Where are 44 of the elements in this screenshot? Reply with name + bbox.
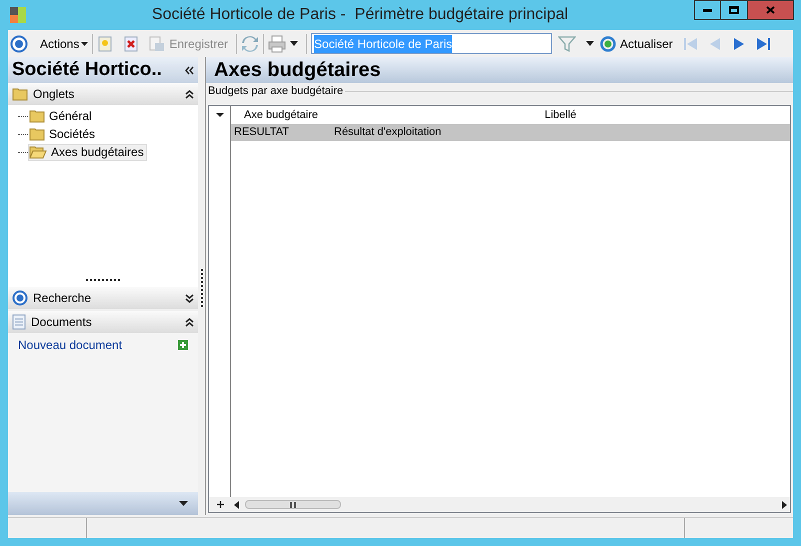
target-icon [12,290,28,306]
refresh-icon [600,36,616,52]
caret-down-icon[interactable] [179,501,188,506]
column-header[interactable]: Libellé [331,106,790,124]
collapse-icon[interactable] [185,318,194,326]
close-icon [766,6,775,14]
close-button[interactable] [748,0,794,20]
group-label: Budgets par axe budgétaire [208,84,344,99]
app-logo-icon [10,7,26,23]
refresh-button[interactable]: Actualiser [600,34,673,52]
save-document-icon [149,36,166,52]
collapse-left-icon[interactable] [185,66,194,74]
add-icon[interactable] [178,340,188,350]
section-header[interactable]: Documents [8,311,198,333]
collapse-icon[interactable] [185,90,194,98]
delete-document-icon[interactable] [123,36,140,52]
tree-item[interactable]: Axes budgétaires [28,144,147,160]
caret-down-icon [81,42,88,46]
section-header[interactable]: Onglets [8,83,198,105]
expand-icon[interactable] [185,294,194,302]
last-record-icon[interactable] [754,36,771,52]
table-row[interactable]: RESULTAT Résultat d'exploitation [209,124,790,141]
table-cell-text: RESULTAT [233,125,290,140]
document-icon [12,314,26,330]
folder-icon [29,109,45,123]
tree-item[interactable]: Sociétés [28,126,98,142]
column-header[interactable]: Axe budgétaire [231,106,331,124]
caret-down-icon[interactable] [216,113,224,117]
actions-menu-button[interactable]: Actions [40,34,88,52]
add-row-icon[interactable] [216,501,224,508]
dropdown-caret-icon[interactable] [586,41,594,46]
minimize-button[interactable] [694,0,721,20]
folder-icon [29,127,45,141]
target-icon[interactable] [10,34,28,52]
dropdown-caret-icon[interactable] [290,41,298,46]
sidebar-title: Société Hortico.. [12,58,162,82]
window-title: Société Horticole de Paris - Périmètre budgétaire principal [152,6,568,23]
table-cell-text: Résultat d'exploitation [333,125,442,140]
folder-icon [12,87,28,101]
content-title: Axes budgétaires [214,58,381,83]
tree-item[interactable]: Général [28,108,95,124]
new-document-link[interactable]: Nouveau document [18,336,122,354]
open-folder-icon [29,145,47,159]
section-header[interactable]: Recherche [8,287,198,309]
